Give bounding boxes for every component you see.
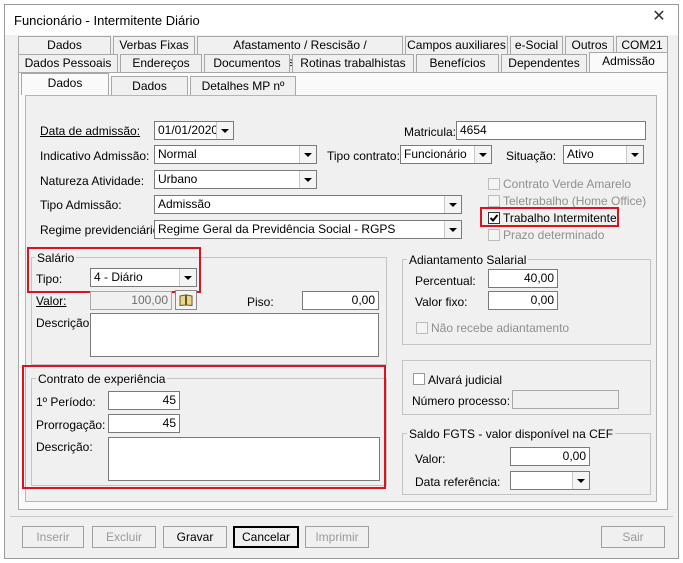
tab-afastamento[interactable]: Afastamento / Rescisão / Transferência — [197, 36, 403, 69]
data-referencia-label: Data referência: — [415, 475, 501, 489]
tipo-contrato-label: Tipo contrato: — [327, 149, 400, 163]
situacao-select[interactable]: Ativo — [563, 145, 644, 164]
nao-recebe-label: Não recebe adiantamento — [431, 321, 570, 335]
highlight-contrato-experiencia — [22, 365, 386, 489]
regime-value: Regime Geral da Previdência Social - RGP… — [158, 222, 396, 236]
highlight-trabalho-intermitente — [480, 207, 619, 227]
regime-select[interactable]: Regime Geral da Previdência Social - RGP… — [154, 220, 462, 239]
chevron-down-icon[interactable] — [626, 146, 643, 163]
fgts-title: Saldo FGTS - valor disponível na CEF — [407, 427, 616, 441]
alvara-label: Alvará judicial — [428, 373, 503, 387]
salario-piso-field[interactable]: 0,00 — [302, 291, 379, 310]
contrato-verde-label: Contrato Verde Amarelo — [503, 177, 632, 191]
tab-verbas-fixas[interactable]: Verbas Fixas — [113, 36, 195, 54]
alvara-checkbox[interactable] — [413, 373, 425, 385]
regime-label: Regime previdenciário: — [40, 223, 163, 237]
tipo-contrato-value: Funcionário — [404, 147, 467, 161]
fgts-valor-label: Valor: — [415, 452, 446, 466]
tab-rotinas-trabalhistas[interactable]: Rotinas trabalhistas — [292, 54, 414, 72]
chevron-down-icon[interactable] — [474, 146, 491, 163]
divider — [10, 516, 673, 517]
tipo-contrato-select[interactable]: Funcionário — [400, 145, 492, 164]
situacao-label: Situação: — [506, 149, 557, 163]
tab-dados-funcionais[interactable]: Dados funcionais — [18, 36, 111, 69]
tab-enderecos[interactable]: Endereços — [120, 54, 202, 72]
excluir-button[interactable]: Excluir — [92, 526, 156, 548]
tipo-admissao-label: Tipo Admissão: — [40, 198, 122, 212]
matricula-label: Matricula: — [404, 125, 457, 139]
matricula-field[interactable]: 4654 — [456, 121, 646, 140]
contrato-verde-checkbox[interactable] — [488, 178, 500, 190]
natureza-select[interactable]: Urbano — [154, 170, 317, 189]
highlight-salario — [27, 247, 201, 293]
salario-descricao-label: Descrição: — [36, 316, 93, 330]
tab-dados-pessoais[interactable]: Dados Pessoais — [18, 54, 118, 72]
gravar-button[interactable]: Gravar — [163, 526, 227, 548]
natureza-label: Natureza Atividade: — [40, 174, 145, 188]
percentual-label: Percentual: — [415, 274, 476, 288]
data-admissao-field[interactable]: 01/01/2020 — [154, 121, 234, 140]
chevron-down-icon[interactable] — [216, 122, 233, 139]
tab-beneficios[interactable]: Benefícios — [416, 54, 499, 72]
chevron-down-icon[interactable] — [444, 196, 461, 213]
natureza-value: Urbano — [158, 172, 198, 186]
salario-valor-field[interactable]: 100,00 — [90, 291, 172, 310]
prazo-determinado-label: Prazo determinado — [503, 228, 605, 242]
data-admissao-label: Data de admissão: — [40, 124, 141, 138]
valor-fixo-field[interactable]: 0,00 — [488, 291, 558, 310]
book-icon[interactable] — [175, 290, 197, 310]
salario-valor-label: Valor: — [36, 294, 67, 308]
indicativo-value: Normal — [158, 147, 197, 161]
numero-processo-label: Número processo: — [412, 394, 511, 408]
cancelar-button[interactable]: Cancelar — [233, 526, 299, 548]
data-admissao-value: 01/01/2020 — [158, 123, 219, 137]
percentual-field[interactable]: 40,00 — [488, 269, 558, 288]
prazo-determinado-checkbox[interactable] — [488, 229, 500, 241]
inserir-button[interactable]: Inserir — [22, 526, 84, 548]
fgts-valor-field[interactable]: 0,00 — [510, 447, 590, 466]
subtab-detalhes-mp[interactable]: Detalhes MP nº 936 — [190, 76, 296, 111]
valor-fixo-label: Valor fixo: — [415, 295, 468, 309]
tab-campos-auxiliares[interactable]: Campos auxiliares — [405, 36, 508, 54]
data-referencia-field[interactable] — [510, 471, 590, 490]
tab-esocial[interactable]: e-Social — [510, 36, 563, 54]
tipo-admissao-select[interactable]: Admissão — [154, 195, 462, 214]
numero-processo-field[interactable] — [512, 390, 619, 409]
imprimir-button[interactable]: Imprimir — [305, 526, 369, 548]
chevron-down-icon[interactable] — [572, 472, 589, 489]
indicativo-select[interactable]: Normal — [154, 145, 317, 164]
close-icon[interactable]: ✕ — [648, 8, 670, 26]
salario-descricao-field[interactable] — [90, 313, 379, 357]
subtab-dados-horario[interactable]: Dados Horário — [111, 76, 188, 111]
chevron-down-icon[interactable] — [299, 171, 316, 188]
chevron-down-icon[interactable] — [299, 146, 316, 163]
book-glyph — [179, 294, 193, 306]
salario-piso-label: Piso: — [247, 295, 274, 309]
tab-documentos[interactable]: Documentos — [204, 54, 290, 72]
chevron-down-icon[interactable] — [444, 221, 461, 238]
sair-button[interactable]: Sair — [601, 526, 665, 548]
subtab-dados-admissao[interactable]: Dados Admissão — [21, 73, 109, 108]
tab-admissao[interactable]: Admissão — [589, 52, 668, 73]
nao-recebe-checkbox[interactable] — [416, 322, 428, 334]
tipo-admissao-value: Admissão — [158, 197, 211, 211]
indicativo-label: Indicativo Admissão: — [40, 149, 150, 163]
situacao-value: Ativo — [567, 147, 594, 161]
teletrabalho-checkbox[interactable] — [488, 195, 500, 207]
window-title: Funcionário - Intermitente Diário — [14, 13, 200, 28]
tab-dependentes[interactable]: Dependentes — [501, 54, 587, 72]
teletrabalho-label: Teletrabalho (Home Office) — [503, 194, 647, 208]
adiantamento-title: Adiantamento Salarial — [407, 253, 529, 267]
